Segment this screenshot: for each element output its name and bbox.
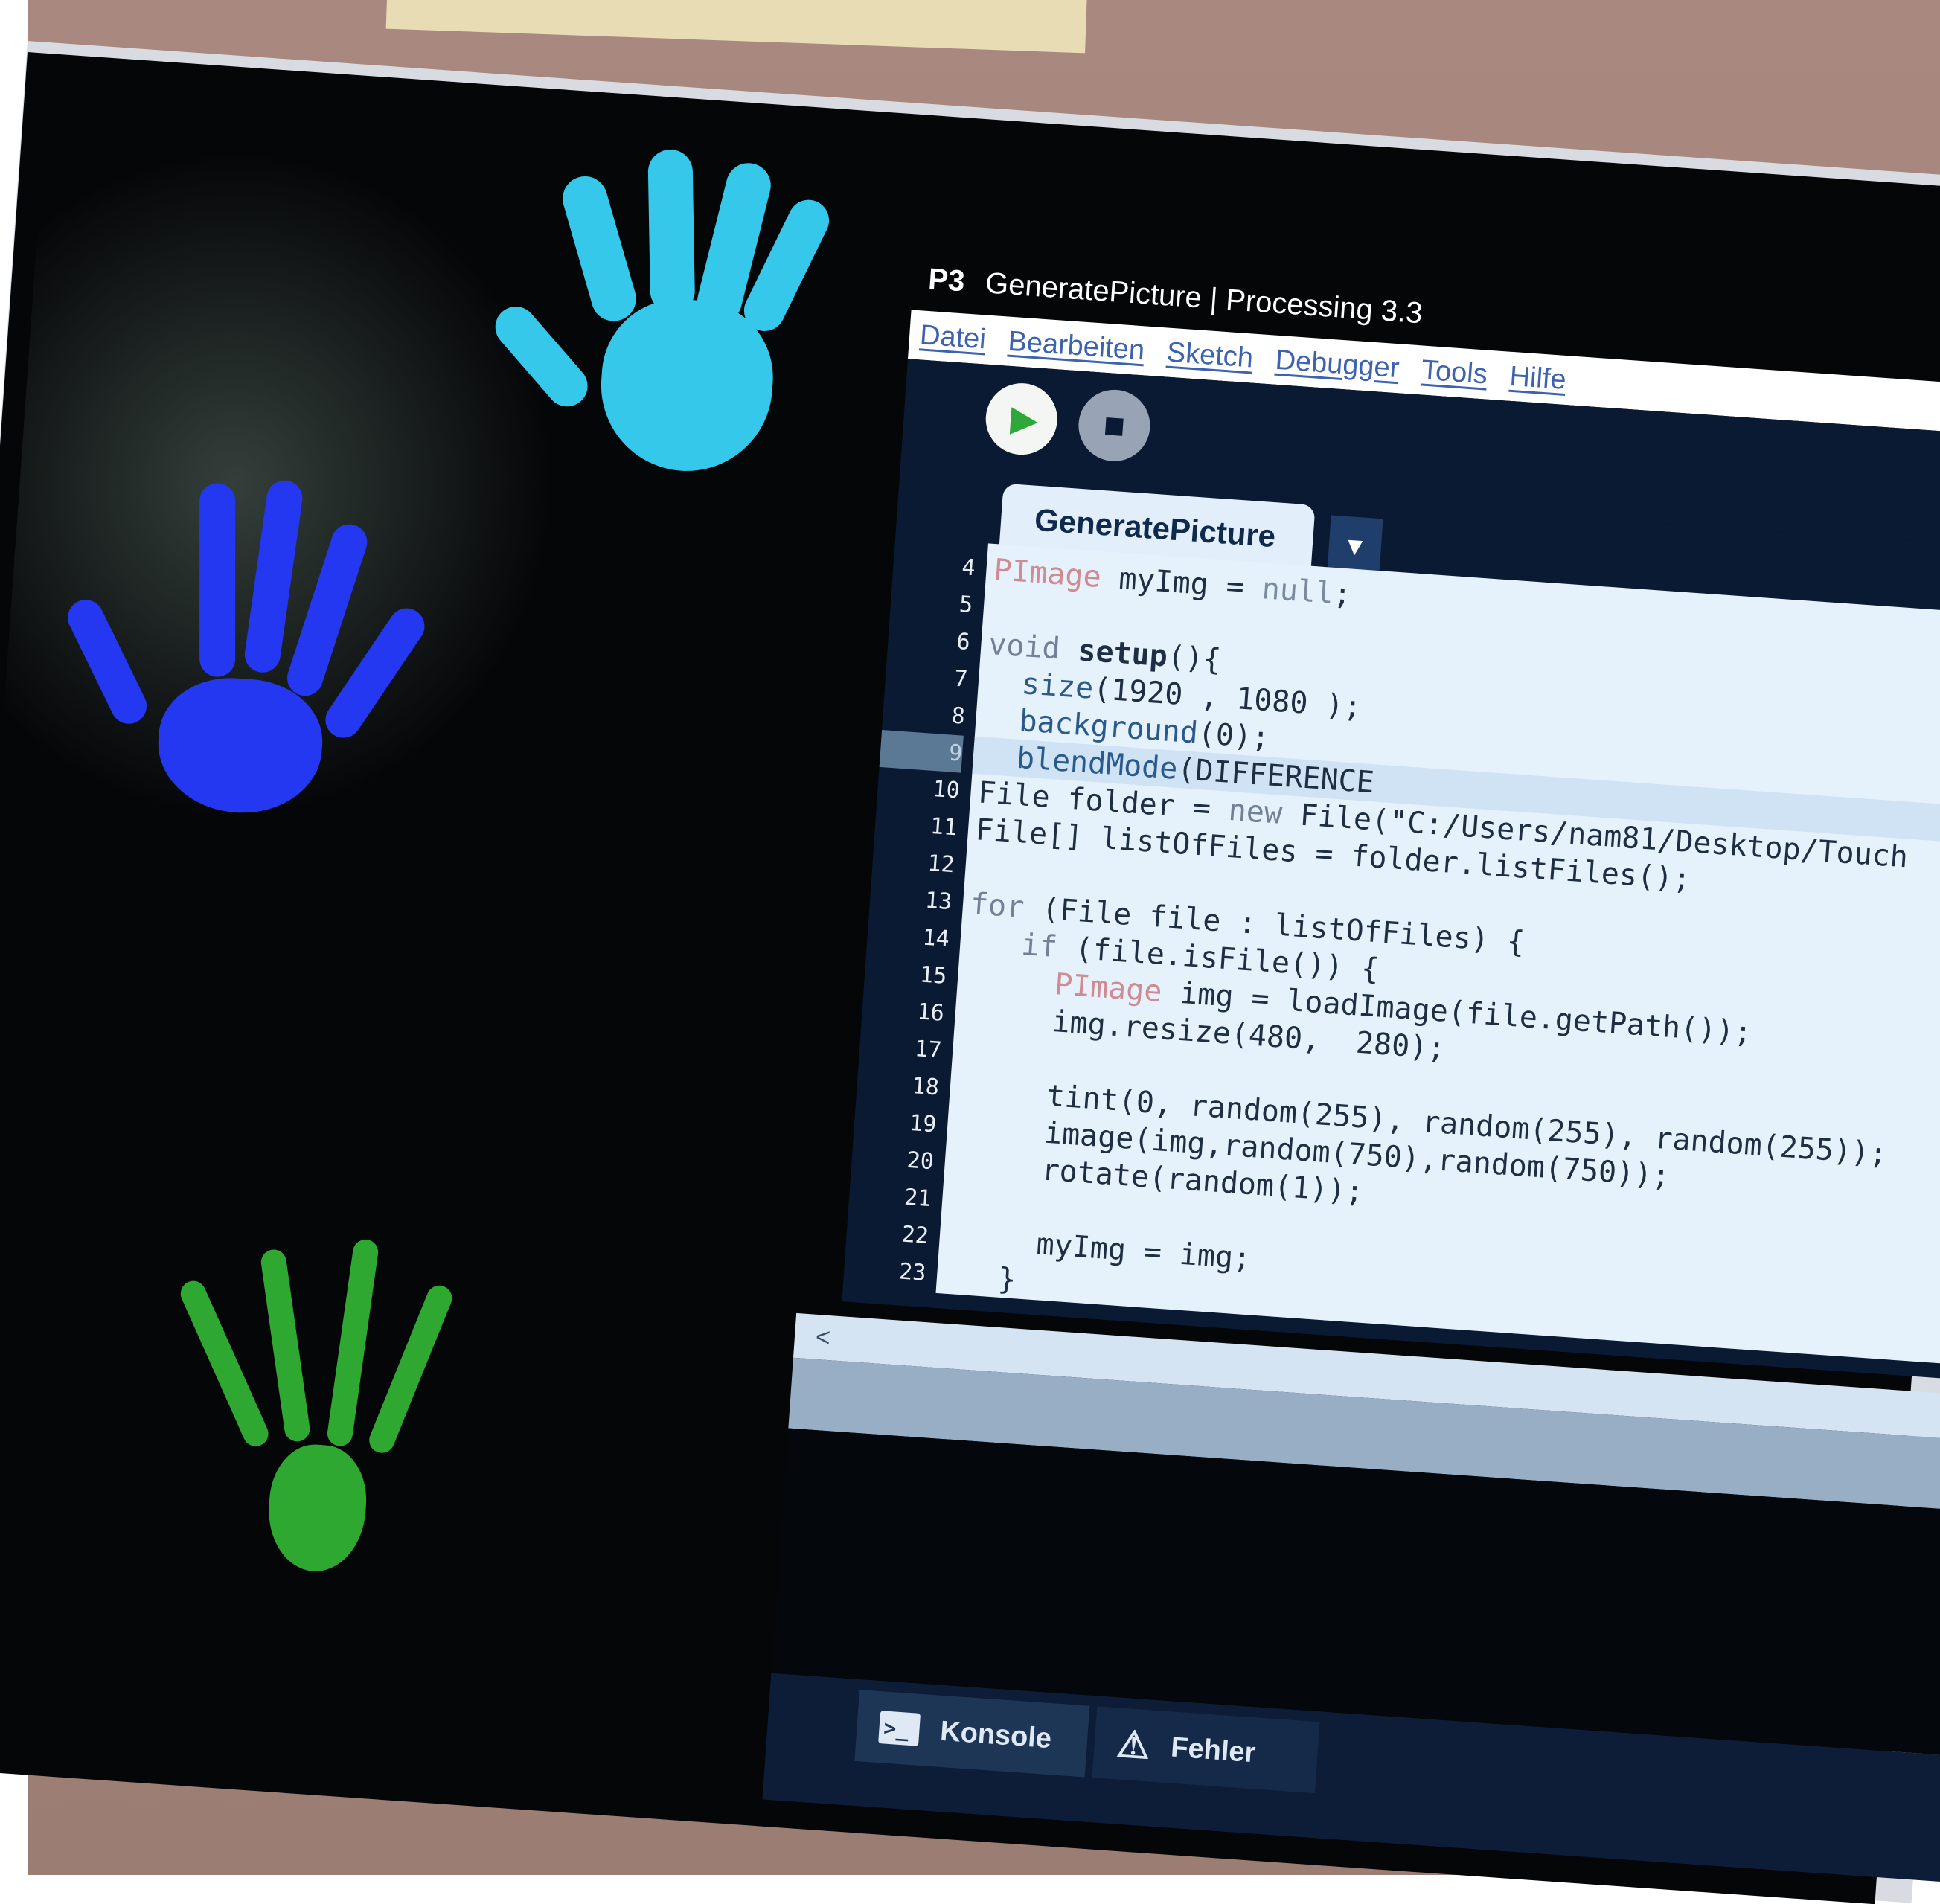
stop-button[interactable]: ■ [1076,387,1153,464]
code-editor: 4 5 6 7 8 9 10 11 12 13 14 15 16 17 18 19 20 21 22 23 PImag… [762,543,1940,1892]
menu-sketch[interactable]: Sketch [1165,336,1255,374]
cyan-hand-print [487,141,855,504]
triangle-down-icon: ▼ [1341,531,1368,562]
scroll-left-icon[interactable]: < [815,1322,831,1352]
code-line[interactable] [951,1033,961,1071]
line-number: 7 [953,665,969,693]
tab-fehler-label: Fehler [1170,1731,1257,1769]
line-number: 17 [913,1036,943,1064]
code-area[interactable]: PImage myImg = null; void setup(){ size(1… [935,543,1940,1376]
line-number: 18 [911,1073,940,1101]
line-number: 10 [932,776,961,804]
line-number: 16 [916,999,945,1027]
run-button[interactable]: ▶ [983,380,1060,458]
code-line[interactable] [982,588,992,626]
green-hand-print [167,1227,474,1603]
menu-debugger[interactable]: Debugger [1274,344,1400,385]
tab-konsole[interactable]: >_ Konsole [854,1690,1090,1778]
tab-fehler[interactable]: ⚠ Fehler [1092,1706,1320,1794]
line-number: 22 [900,1221,930,1250]
console-icon: >_ [878,1711,921,1746]
line-number: 12 [926,850,955,879]
code-line[interactable] [941,1182,950,1219]
line-number: 9 [879,730,964,773]
stop-icon: ■ [1102,405,1127,446]
code-line[interactable] [964,847,974,885]
blue-hand-print [60,444,446,885]
code-line[interactable]: } [936,1256,1018,1298]
tab-konsole-label: Konsole [939,1715,1053,1754]
play-icon: ▶ [1009,399,1040,440]
menu-bearbeiten[interactable]: Bearbeiten [1007,325,1145,367]
line-number: 19 [909,1109,938,1138]
line-number: 23 [898,1258,927,1286]
processing-ide-window: P3 GeneratePicture | Processing 3.3 Date… [762,253,1940,1892]
menu-tools[interactable]: Tools [1421,354,1488,391]
line-number: 8 [950,702,966,730]
menu-datei[interactable]: Datei [919,319,987,356]
line-number: 4 [961,554,976,582]
line-number: 14 [921,924,950,952]
line-number: 6 [955,628,971,655]
line-number: 21 [903,1184,932,1213]
line-number: 15 [918,961,948,990]
menu-hilfe[interactable]: Hilfe [1508,360,1567,396]
line-number: 11 [929,812,958,842]
line-number: 5 [958,591,974,619]
processing-logo-icon: P3 [927,262,966,298]
line-number: 13 [923,887,953,916]
line-number: 20 [906,1147,935,1176]
warning-icon: ⚠ [1115,1722,1152,1767]
